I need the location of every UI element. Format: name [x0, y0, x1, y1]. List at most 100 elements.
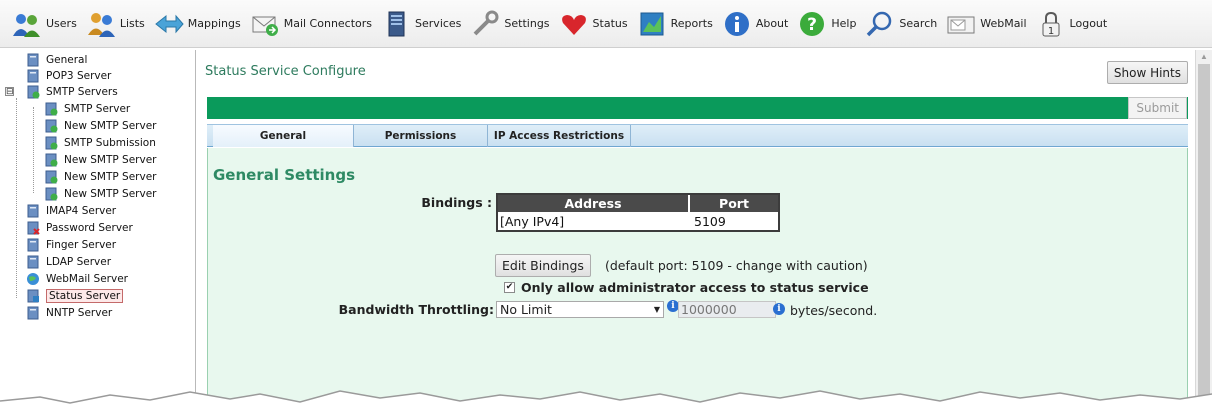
server-icon: [27, 255, 39, 269]
server-icon: [27, 69, 39, 83]
smtp-server-icon: [45, 187, 58, 201]
tree-item-smtp-submission[interactable]: SMTP Submission: [44, 135, 156, 151]
users-icon: [12, 9, 42, 39]
toolbar-help[interactable]: ? Help: [797, 9, 856, 39]
toolbar-webmail[interactable]: WebMail: [946, 9, 1027, 39]
toolbar-services-label: Services: [415, 17, 462, 30]
bandwidth-select-value: No Limit: [500, 302, 552, 317]
toolbar-status-label: Status: [592, 17, 628, 30]
binding-address-cell: [Any IPv4]: [500, 213, 565, 229]
tab-permissions[interactable]: Permissions: [354, 125, 488, 147]
tree-item-webmail-server[interactable]: WebMail Server: [26, 271, 128, 287]
smtp-server-icon: [45, 153, 58, 167]
tree-item-general[interactable]: General: [26, 52, 87, 68]
tree-connector: [16, 98, 17, 298]
about-icon: [722, 9, 752, 39]
toolbar-logout-label: Logout: [1069, 17, 1108, 30]
tab-ip-access-restrictions[interactable]: IP Access Restrictions: [488, 125, 631, 147]
toolbar-reports[interactable]: Reports: [637, 9, 713, 39]
tree-item-label: IMAP4 Server: [46, 205, 117, 217]
table-row[interactable]: [Any IPv4] 5109: [498, 212, 778, 230]
tree-item-finger-server[interactable]: Finger Server: [26, 237, 116, 253]
bandwidth-throttling-select[interactable]: No Limit ▼: [496, 301, 664, 318]
mail-connectors-icon: [250, 9, 280, 39]
tree-item-label: Status Server: [46, 289, 124, 303]
column-header-port: Port: [719, 196, 749, 211]
bandwidth-value-input[interactable]: 1000000: [678, 301, 776, 318]
password-server-icon: [27, 221, 40, 235]
submit-button[interactable]: Submit: [1128, 97, 1187, 119]
bindings-label: Bindings :: [421, 195, 492, 210]
tree-item-imap4-server[interactable]: IMAP4 Server: [26, 203, 116, 219]
bindings-table-header: Address Port: [498, 195, 778, 212]
tree-item-label: General: [46, 54, 88, 66]
tree-item-pop3-server[interactable]: POP3 Server: [26, 68, 111, 84]
column-header-address: Address: [498, 195, 690, 212]
bandwidth-unit-label: bytes/second.: [790, 303, 878, 318]
toolbar-status[interactable]: Status: [559, 9, 628, 39]
tree-item-ldap-server[interactable]: LDAP Server: [26, 254, 111, 270]
tree-item-label: New SMTP Server: [64, 188, 157, 200]
show-hints-button[interactable]: Show Hints: [1106, 61, 1188, 84]
tree-item-smtp-servers[interactable]: SMTP Servers: [26, 84, 118, 100]
smtp-server-icon: [45, 102, 58, 116]
help-icon: ?: [797, 9, 827, 39]
toolbar-users[interactable]: Users: [12, 9, 77, 39]
default-port-note: (default port: 5109 - change with cautio…: [605, 258, 868, 273]
chevron-down-icon: ▼: [653, 305, 660, 314]
toolbar-webmail-label: WebMail: [980, 17, 1027, 30]
search-icon: [865, 9, 895, 39]
tree-item-new-smtp-server[interactable]: New SMTP Server: [44, 169, 156, 185]
toolbar-about[interactable]: About: [722, 9, 789, 39]
tree-item-smtp-server[interactable]: SMTP Server: [44, 101, 130, 117]
admin-only-checkbox[interactable]: ✔: [504, 282, 515, 293]
svg-text:1: 1: [1047, 26, 1053, 37]
toolbar-settings[interactable]: Settings: [470, 9, 550, 39]
toolbar-about-label: About: [755, 17, 789, 30]
scrollbar-thumb[interactable]: [1198, 64, 1210, 411]
admin-only-label: Only allow administrator access to statu…: [521, 280, 869, 295]
tree-item-label: New SMTP Server: [64, 154, 157, 166]
bindings-table: Address Port [Any IPv4] 5109: [496, 193, 780, 232]
toolbar-help-label: Help: [831, 17, 857, 30]
server-icon: [27, 204, 39, 218]
tree-item-password-server[interactable]: Password Server: [26, 220, 133, 236]
webmail-icon: [946, 9, 976, 39]
edit-bindings-button[interactable]: Edit Bindings: [495, 254, 591, 277]
info-icon[interactable]: i: [773, 303, 785, 315]
toolbar-mail-connectors-label: Mail Connectors: [283, 17, 373, 30]
toolbar-mail-connectors[interactable]: Mail Connectors: [250, 9, 372, 39]
vertical-scrollbar[interactable]: ▲: [1195, 50, 1212, 411]
main-toolbar: Users Lists Mappings Mail Connectors Ser…: [0, 0, 1212, 48]
tree-item-label: Finger Server: [46, 239, 117, 251]
tree-connector: [33, 107, 34, 193]
scroll-up-icon[interactable]: ▲: [1200, 52, 1208, 61]
tree-collapse-toggle[interactable]: ⊟: [5, 87, 14, 96]
tree-item-label: WebMail Server: [46, 273, 128, 285]
status-icon: [559, 9, 589, 39]
smtp-server-icon: [45, 119, 58, 133]
webmail-server-icon: [27, 273, 39, 285]
tree-item-new-smtp-server[interactable]: New SMTP Server: [44, 186, 156, 202]
logout-icon: 1: [1036, 9, 1066, 39]
tree-item-new-smtp-server[interactable]: New SMTP Server: [44, 152, 156, 168]
toolbar-mappings[interactable]: Mappings: [154, 9, 241, 39]
server-icon: [27, 306, 39, 320]
tree-item-label: SMTP Servers: [46, 86, 118, 98]
toolbar-users-label: Users: [46, 17, 77, 30]
toolbar-lists-label: Lists: [119, 17, 145, 30]
bandwidth-throttling-label: Bandwidth Throttling:: [338, 302, 494, 317]
toolbar-lists[interactable]: Lists: [86, 9, 145, 39]
smtp-server-icon: [45, 170, 58, 184]
status-server-icon: [27, 289, 39, 303]
tree-item-new-smtp-server[interactable]: New SMTP Server: [44, 118, 156, 134]
tree-item-label: POP3 Server: [46, 70, 112, 82]
toolbar-search[interactable]: Search: [865, 9, 937, 39]
tab-general[interactable]: General: [213, 125, 354, 147]
tree-item-status-server[interactable]: Status Server: [26, 288, 124, 304]
toolbar-services[interactable]: Services: [381, 9, 461, 39]
tree-item-nntp-server[interactable]: NNTP Server: [26, 305, 112, 321]
torn-edge-decoration: [0, 390, 1212, 411]
tree-item-label: New SMTP Server: [64, 171, 157, 183]
toolbar-logout[interactable]: 1 Logout: [1036, 9, 1108, 39]
